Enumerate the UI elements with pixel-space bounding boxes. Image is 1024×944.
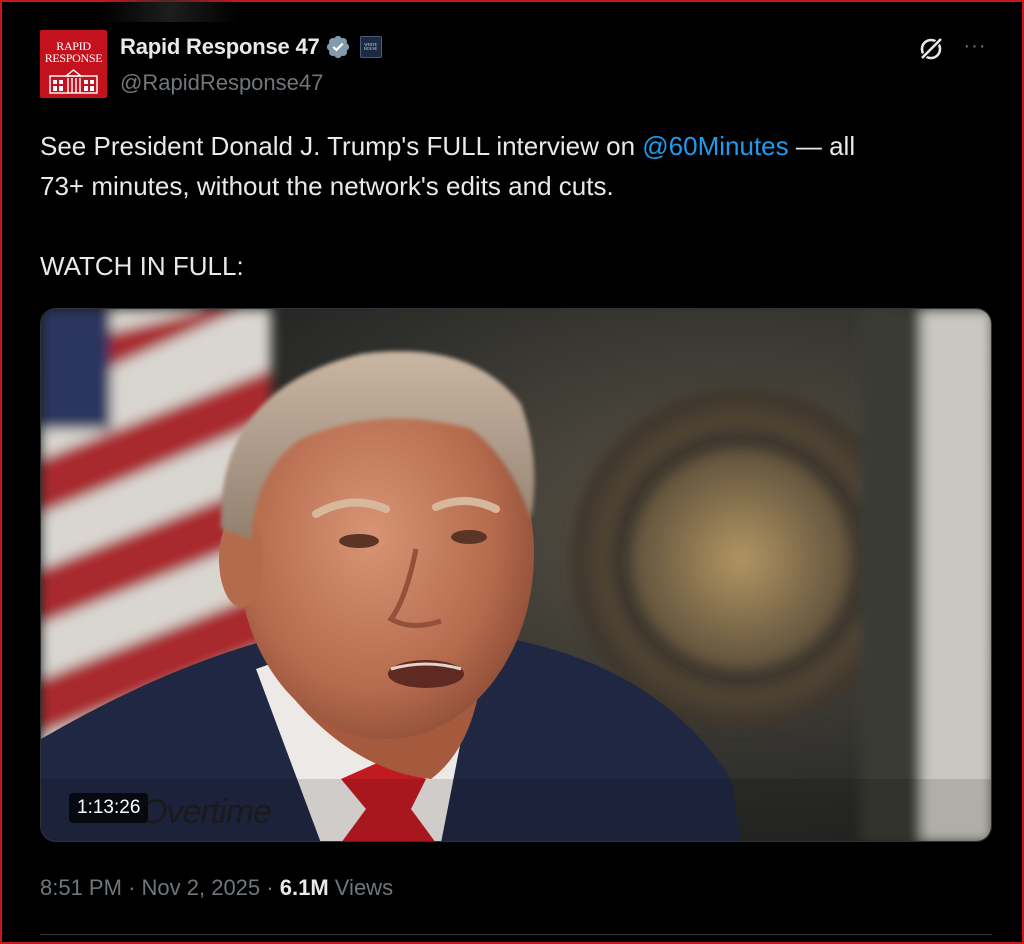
tweet-header: RAPID RESPONSE Rapid Response 47 WHITE H…: [40, 30, 992, 100]
avatar[interactable]: RAPID RESPONSE: [40, 30, 107, 98]
white-house-icon: [49, 69, 98, 94]
top-shadow: [100, 0, 240, 22]
post-time[interactable]: 8:51 PM: [40, 875, 122, 900]
tweet-text: See President Donald J. Trump's FULL int…: [40, 126, 992, 286]
handle[interactable]: @RapidResponse47: [120, 70, 323, 96]
display-name[interactable]: Rapid Response 47: [120, 34, 320, 60]
divider: [40, 934, 992, 935]
video-watermark: Overtime: [141, 793, 272, 831]
tweet-text-part: See President Donald J. Trump's FULL int…: [40, 131, 643, 161]
grok-icon[interactable]: [916, 34, 946, 64]
affiliate-badge-text: WHITE HOUSE: [363, 42, 378, 51]
mention-link[interactable]: @60Minutes: [642, 131, 788, 161]
views-label: Views: [334, 875, 394, 900]
tweet[interactable]: RAPID RESPONSE Rapid Response 47 WHITE H…: [40, 30, 992, 900]
avatar-text-line2: RESPONSE: [44, 51, 103, 65]
affiliate-badge[interactable]: WHITE HOUSE: [359, 36, 382, 58]
tweet-line-3: WATCH IN FULL:: [40, 251, 244, 281]
name-row: Rapid Response 47 WHITE HOUSE: [120, 34, 382, 60]
views-count: 6.1M: [279, 875, 329, 900]
verified-badge-icon[interactable]: [325, 34, 351, 60]
tweet-line-1: See President Donald J. Trump's FULL int…: [40, 126, 992, 166]
video-player[interactable]: Overtime 1:13:26: [40, 308, 992, 842]
meta-separator: ·: [266, 875, 274, 900]
tweet-line-2: 73+ minutes, without the network's edits…: [40, 171, 614, 201]
post-date[interactable]: Nov 2, 2025: [142, 875, 261, 900]
video-duration-badge: 1:13:26: [69, 793, 149, 823]
tweet-meta: 8:51 PM · Nov 2, 2025 · 6.1M Views: [40, 875, 393, 901]
video-thumbnail: [41, 309, 991, 841]
more-options-button[interactable]: ···: [960, 33, 990, 63]
tweet-text-part: — all: [788, 131, 856, 161]
meta-separator: ·: [128, 875, 136, 900]
